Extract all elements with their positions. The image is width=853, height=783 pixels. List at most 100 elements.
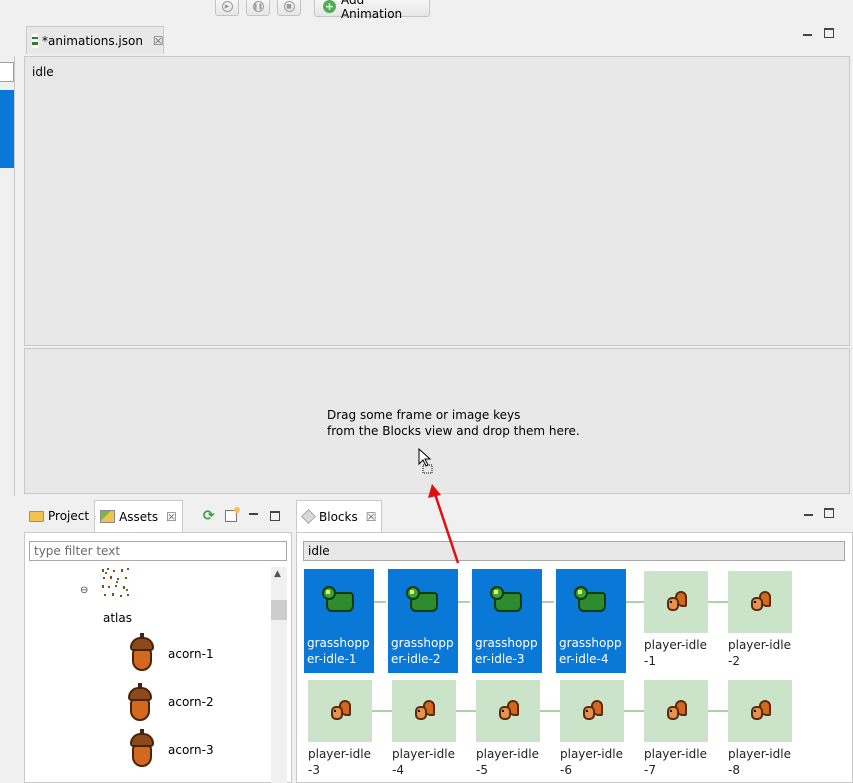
block-thumbnail	[559, 569, 623, 631]
refresh-icon[interactable]: ⟳	[203, 508, 215, 524]
drop-hint: Drag some frame or image keys from the B…	[327, 408, 580, 438]
assets-panel: Project Assets ☒ ⟳ ⊖ atlas acorn-1 acorn…	[24, 500, 292, 783]
folder-icon	[29, 510, 44, 522]
player-sprite	[329, 700, 351, 722]
block-thumbnail	[644, 571, 708, 633]
block-label: player-idle-4	[392, 747, 455, 777]
minimize-icon[interactable]	[803, 34, 812, 36]
block-grasshopper-idle-1[interactable]: grasshopper-idle-1	[304, 569, 374, 673]
block-player-idle-2[interactable]: player-idle-2	[728, 571, 798, 675]
tab-blocks[interactable]: Blocks ☒	[296, 500, 383, 532]
editor-window-controls	[803, 28, 834, 38]
maximize-icon[interactable]	[269, 511, 280, 521]
tab-project-label: Project	[48, 509, 90, 523]
block-label: grasshopper-idle-4	[559, 636, 622, 666]
minimize-icon[interactable]	[804, 514, 813, 516]
block-label: player-idle-8	[728, 747, 791, 777]
blocks-panel: Blocks ☒ idle grasshopper-idle-1 grassho…	[296, 500, 853, 783]
block-grasshopper-idle-3[interactable]: grasshopper-idle-3	[472, 569, 542, 673]
animation-editor[interactable]: idle	[24, 56, 850, 346]
block-player-idle-1[interactable]: player-idle-1	[644, 571, 714, 675]
left-side-panel	[0, 56, 15, 496]
grasshopper-sprite	[572, 582, 610, 618]
tree-item-acorn-2[interactable]: acorn-2	[168, 695, 214, 709]
player-sprite	[497, 700, 519, 722]
block-player-idle-5[interactable]: player-idle-5	[476, 680, 546, 783]
acorn-thumbnail	[123, 683, 157, 723]
tab-assets-label: Assets	[119, 509, 159, 524]
block-thumbnail	[728, 680, 792, 742]
block-thumbnail	[728, 571, 792, 633]
blocks-panel-tabs: Blocks ☒	[296, 500, 853, 532]
tree-item-acorn-3[interactable]: acorn-3	[168, 743, 214, 757]
assets-tree: ⊖ atlas acorn-1 acorn-2 acorn-3 ▲	[24, 532, 292, 783]
block-label: player-idle-2	[728, 638, 791, 668]
player-sprite	[749, 591, 771, 613]
block-thumbnail	[391, 569, 455, 631]
block-player-idle-8[interactable]: player-idle-8	[728, 680, 798, 783]
block-thumbnail	[560, 680, 624, 742]
block-label: player-idle-1	[644, 638, 707, 668]
stop-icon: ■	[283, 0, 295, 12]
block-thumbnail	[644, 680, 708, 742]
animation-name[interactable]: idle	[32, 65, 54, 79]
block-label: player-idle-3	[308, 747, 371, 777]
maximize-icon[interactable]	[824, 28, 834, 38]
grasshopper-sprite	[320, 582, 358, 618]
player-sprite	[665, 700, 687, 722]
block-grasshopper-idle-4[interactable]: grasshopper-idle-4	[556, 569, 626, 673]
stop-button[interactable]: ■	[277, 0, 301, 16]
block-player-idle-3[interactable]: player-idle-3	[308, 680, 378, 783]
left-panel-selection[interactable]	[0, 90, 14, 168]
left-panel-field[interactable]	[0, 62, 14, 82]
tree-item-acorn-1[interactable]: acorn-1	[168, 647, 214, 661]
editor-tab[interactable]: *animations.json ☒	[26, 26, 164, 54]
grasshopper-sprite	[488, 582, 526, 618]
block-player-idle-7[interactable]: player-idle-7	[644, 680, 714, 783]
add-icon: +	[323, 0, 336, 13]
add-animation-label: Add Animation	[340, 0, 403, 21]
block-player-idle-4[interactable]: player-idle-4	[392, 680, 462, 783]
add-animation-button[interactable]: + Add Animation	[314, 0, 430, 21]
scroll-thumb[interactable]	[271, 600, 287, 620]
block-grasshopper-idle-2[interactable]: grasshopper-idle-2	[388, 569, 458, 673]
block-thumbnail	[307, 569, 371, 631]
play-icon: ▶	[221, 0, 233, 12]
block-label: grasshopper-idle-2	[391, 636, 454, 666]
tree-item-atlas[interactable]: atlas	[103, 611, 132, 625]
tab-blocks-label: Blocks	[319, 509, 358, 524]
blocks-grid: idle grasshopper-idle-1 grasshopper-idle…	[296, 532, 853, 783]
block-link	[624, 601, 644, 603]
new-file-icon[interactable]	[224, 507, 240, 522]
block-thumbnail	[392, 680, 456, 742]
top-toolbar: ▶ ❚❚ ■ + Add Animation	[0, 0, 853, 24]
pause-button[interactable]: ❚❚	[246, 0, 270, 16]
drag-cursor-icon	[418, 448, 433, 474]
maximize-icon[interactable]	[824, 508, 834, 518]
cube-icon	[301, 509, 316, 524]
close-icon[interactable]: ☒	[366, 510, 377, 524]
tab-project[interactable]: Project	[24, 500, 94, 532]
scroll-up-icon[interactable]: ▲	[274, 569, 281, 579]
tab-assets[interactable]: Assets ☒	[94, 500, 183, 532]
player-sprite	[665, 591, 687, 613]
assets-filter-input[interactable]	[29, 541, 287, 561]
player-sprite	[749, 700, 771, 722]
acorn-thumbnail	[125, 729, 159, 769]
assets-scrollbar[interactable]: ▲	[271, 567, 287, 783]
frames-drop-area[interactable]: Drag some frame or image keys from the B…	[24, 348, 850, 494]
play-button[interactable]: ▶	[215, 0, 239, 16]
blocks-filter-input[interactable]: idle	[303, 541, 845, 561]
close-icon[interactable]: ☒	[153, 34, 164, 48]
close-icon[interactable]: ☒	[166, 510, 177, 524]
block-link	[456, 601, 470, 603]
block-label: player-idle-6	[560, 747, 623, 777]
block-player-idle-6[interactable]: player-idle-6	[560, 680, 630, 783]
block-label: player-idle-7	[644, 747, 707, 777]
minimize-icon[interactable]	[248, 513, 258, 515]
collapse-icon[interactable]: ⊖	[80, 585, 88, 596]
atlas-thumbnail	[102, 568, 129, 597]
assets-panel-tabs: Project Assets ☒ ⟳	[24, 500, 292, 532]
player-sprite	[413, 700, 435, 722]
grasshopper-sprite	[404, 582, 442, 618]
